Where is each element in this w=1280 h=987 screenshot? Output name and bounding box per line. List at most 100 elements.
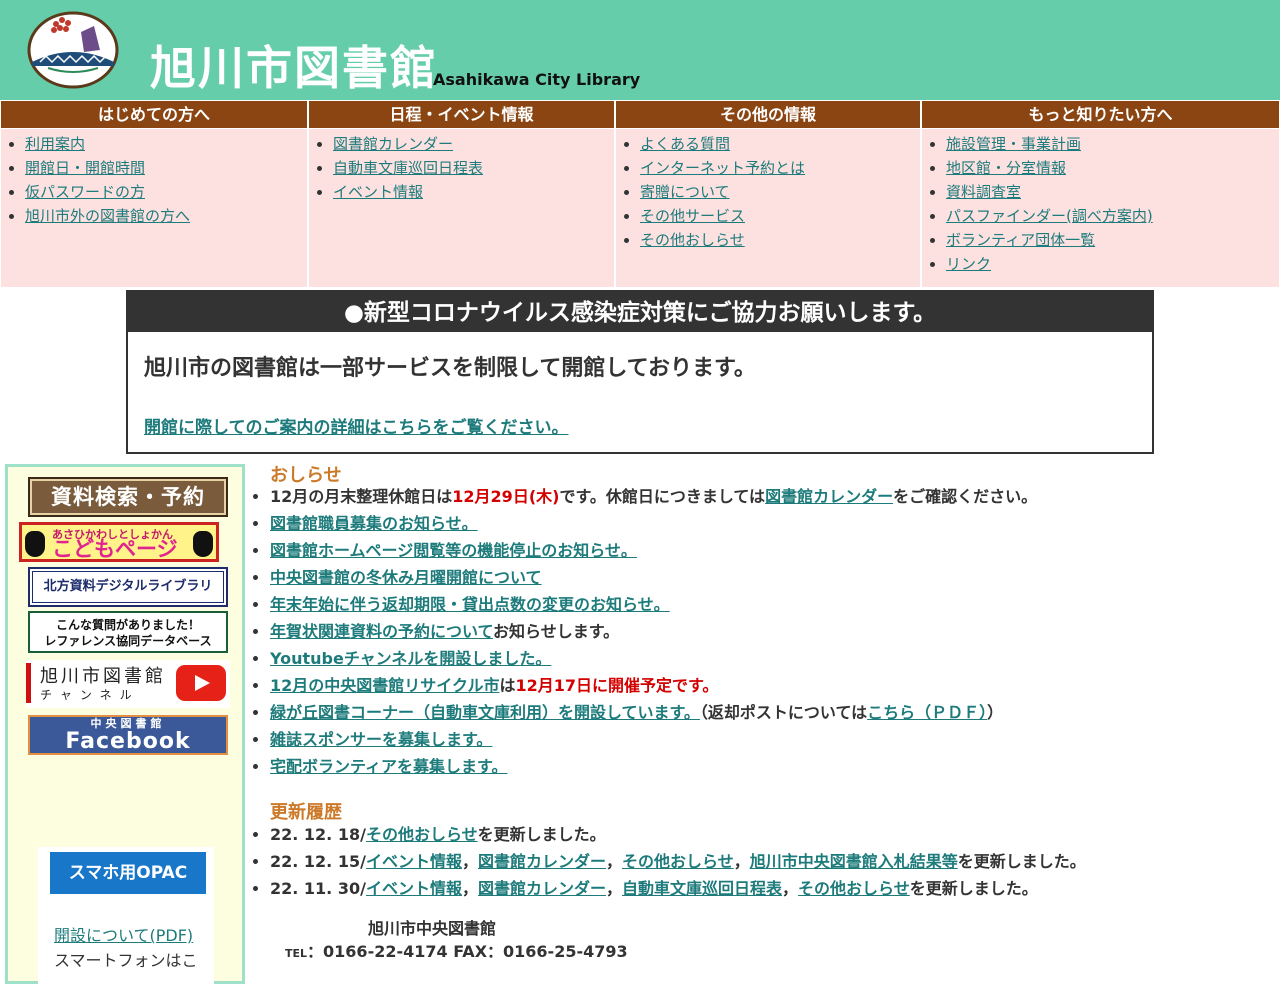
history-separator: ，: [605, 879, 622, 898]
history-separator: ，: [461, 852, 478, 871]
news-link[interactable]: 12月の中央図書館リサイクル市: [270, 676, 499, 695]
news-link[interactable]: 図書館職員募集のお知らせ。: [270, 514, 478, 533]
covid-notice: ●新型コロナウイルス感染症対策にご協力お願いします。 旭川市の図書館は一部サービ…: [126, 290, 1154, 454]
nav-heading: その他の情報: [616, 101, 920, 129]
nav-link-links[interactable]: リンク: [946, 255, 991, 273]
nav-item: よくある質問: [640, 132, 920, 156]
youtube-play-icon: [176, 665, 226, 701]
nav-link-outside-city[interactable]: 旭川市外の図書館の方へ: [25, 207, 190, 225]
digital-library-banner[interactable]: 北方資料デジタルライブラリ: [28, 567, 228, 607]
rabbit-icon: [193, 531, 213, 557]
red-bar-icon: [26, 663, 31, 703]
kids-page-banner[interactable]: あさひかわしとしょかん こどもページ: [19, 522, 219, 562]
nav-column-first-time: はじめての方へ 利用案内 開館日・開館時間 仮パスワードの方 旭川市外の図書館の…: [0, 100, 308, 288]
reference-database-banner[interactable]: こんな質問がありました！ レファレンス協同データベース: [28, 611, 228, 653]
rabbit-icon: [25, 531, 45, 557]
history-link[interactable]: 旭川市中央図書館入札結果等: [750, 852, 958, 871]
news-text: をご確認ください。: [893, 487, 1038, 506]
news-item: 図書館ホームページ閲覧等の機能停止のお知らせ。: [270, 537, 1280, 564]
nav-link-research-room[interactable]: 資料調査室: [946, 183, 1021, 201]
news-link[interactable]: 宅配ボランティアを募集します。: [270, 757, 507, 776]
youtube-channel-banner[interactable]: 旭川市図書館 チャンネル: [26, 660, 230, 708]
history-link[interactable]: その他おしらせ: [798, 879, 910, 898]
main-nav: はじめての方へ 利用案内 開館日・開館時間 仮パスワードの方 旭川市外の図書館の…: [0, 100, 1280, 290]
history-link[interactable]: その他おしらせ: [622, 852, 734, 871]
smartphone-opac-box: スマホ用OPAC 開設について(PDF) スマートフォンはこ: [38, 847, 214, 987]
history-link[interactable]: 図書館カレンダー: [478, 879, 606, 898]
news-text: は: [499, 676, 516, 695]
nav-item: 地区館・分室情報: [946, 156, 1279, 180]
history-link[interactable]: イベント情報: [366, 879, 462, 898]
history-link[interactable]: 図書館カレンダー: [478, 852, 606, 871]
nav-link-calendar[interactable]: 図書館カレンダー: [333, 135, 453, 153]
news-link[interactable]: 緑が丘図書コーナー（自動車文庫利用）を開設しています。: [270, 703, 700, 722]
news-link[interactable]: Youtubeチャンネルを開設しました。: [270, 649, 551, 668]
news-link[interactable]: 図書館ホームページ閲覧等の機能停止のお知らせ。: [270, 541, 637, 560]
nav-link-events[interactable]: イベント情報: [333, 183, 423, 201]
nav-link-internet-reserve[interactable]: インターネット予約とは: [640, 159, 805, 177]
facebook-banner[interactable]: 中央図書館 Facebook: [28, 715, 228, 755]
news-calendar-link[interactable]: 図書館カレンダー: [765, 487, 893, 506]
nav-link-branches[interactable]: 地区館・分室情報: [946, 159, 1066, 177]
nav-item: パスファインダー(調べ方案内): [946, 204, 1279, 228]
history-date: 22. 12. 15/: [270, 852, 366, 871]
history-link[interactable]: 自動車文庫巡回日程表: [622, 879, 782, 898]
nav-heading: はじめての方へ: [1, 101, 307, 129]
nav-item: 施設管理・事業計画: [946, 132, 1279, 156]
history-date: 22. 12. 18/: [270, 825, 366, 844]
history-date: 22. 11. 30/: [270, 879, 366, 898]
news-item: 12月の中央図書館リサイクル市は12月17日に開催予定です。: [270, 672, 1280, 699]
nav-link-services[interactable]: その他サービス: [640, 207, 745, 225]
news-item: Youtubeチャンネルを開設しました。: [270, 645, 1280, 672]
nav-link-bookmobile[interactable]: 自動車文庫巡回日程表: [333, 159, 483, 177]
news-item: 年末年始に伴う返却期限・貸出点数の変更のお知らせ。: [270, 591, 1280, 618]
nav-item: 旭川市外の図書館の方へ: [25, 204, 307, 228]
nav-item: 資料調査室: [946, 180, 1279, 204]
history-link[interactable]: イベント情報: [366, 852, 462, 871]
catalog-search-banner[interactable]: 資料検索・予約: [28, 477, 228, 517]
nav-link-donation[interactable]: 寄贈について: [640, 183, 730, 201]
nav-link-temp-password[interactable]: 仮パスワードの方: [25, 183, 145, 201]
history-separator: ，: [461, 879, 478, 898]
nav-column-other: その他の情報 よくある質問 インターネット予約とは 寄贈について その他サービス…: [615, 100, 921, 288]
opac-note: スマートフォンはこ: [54, 951, 198, 970]
nav-item: その他サービス: [640, 204, 920, 228]
news-pdf-link[interactable]: こちら（ＰＤＦ）: [867, 703, 987, 722]
nav-link-hours[interactable]: 開館日・開館時間: [25, 159, 145, 177]
nav-item: ボランティア団体一覧: [946, 228, 1279, 252]
nav-link-guide[interactable]: 利用案内: [25, 135, 85, 153]
news-item: 雑誌スポンサーを募集します。: [270, 726, 1280, 753]
smartphone-opac-banner[interactable]: スマホ用OPAC: [50, 852, 206, 894]
yt-banner-line1: 旭川市図書館: [40, 666, 166, 687]
nav-heading: もっと知りたい方へ: [922, 101, 1279, 129]
news-link[interactable]: 年賀状関連資料の予約について: [270, 622, 493, 641]
nav-link-facility[interactable]: 施設管理・事業計画: [946, 135, 1081, 153]
news-link[interactable]: 年末年始に伴う返却期限・貸出点数の変更のお知らせ。: [270, 595, 670, 614]
history-separator: ，: [782, 879, 799, 898]
nav-link-pathfinder[interactable]: パスファインダー(調べ方案内): [946, 207, 1153, 225]
nav-link-faq[interactable]: よくある質問: [640, 135, 730, 153]
news-link[interactable]: 雑誌スポンサーを募集します。: [270, 730, 492, 749]
nav-link-volunteers[interactable]: ボランティア団体一覧: [946, 231, 1095, 249]
nav-item: イベント情報: [333, 180, 614, 204]
nav-item: 寄贈について: [640, 180, 920, 204]
news-link[interactable]: 中央図書館の冬休み月曜開館について: [270, 568, 542, 587]
history-link[interactable]: その他おしらせ: [366, 825, 478, 844]
opac-pdf-link[interactable]: 開設について(PDF): [54, 922, 193, 946]
notice-details-link[interactable]: 開館に際してのご案内の詳細はこちらをご覧ください。: [144, 413, 569, 438]
kids-banner-big: こどもページ: [52, 537, 178, 561]
site-header: 旭川市図書館 Asahikawa City Library: [0, 0, 1280, 100]
news-date-highlight: 12月17日に開催予定です。: [515, 676, 719, 695]
sidebar: 資料検索・予約 あさひかわしとしょかん こどもページ 北方資料デジタルライブラリ…: [5, 464, 245, 987]
news-text: お知らせします。: [493, 622, 620, 641]
history-suffix: を更新しました。: [909, 879, 1038, 898]
nav-item: 自動車文庫巡回日程表: [333, 156, 614, 180]
history-suffix: を更新しました。: [957, 852, 1086, 871]
library-logo[interactable]: [26, 10, 120, 90]
news-text: （返却ポストについては: [699, 703, 868, 722]
news-item: 年賀状関連資料の予約についてお知らせします。: [270, 618, 1280, 645]
site-title: 旭川市図書館: [150, 41, 438, 95]
ref-banner-line2: レファレンス協同データベース: [44, 634, 212, 648]
history-suffix: を更新しました。: [477, 825, 606, 844]
nav-link-other-news[interactable]: その他おしらせ: [640, 231, 745, 249]
